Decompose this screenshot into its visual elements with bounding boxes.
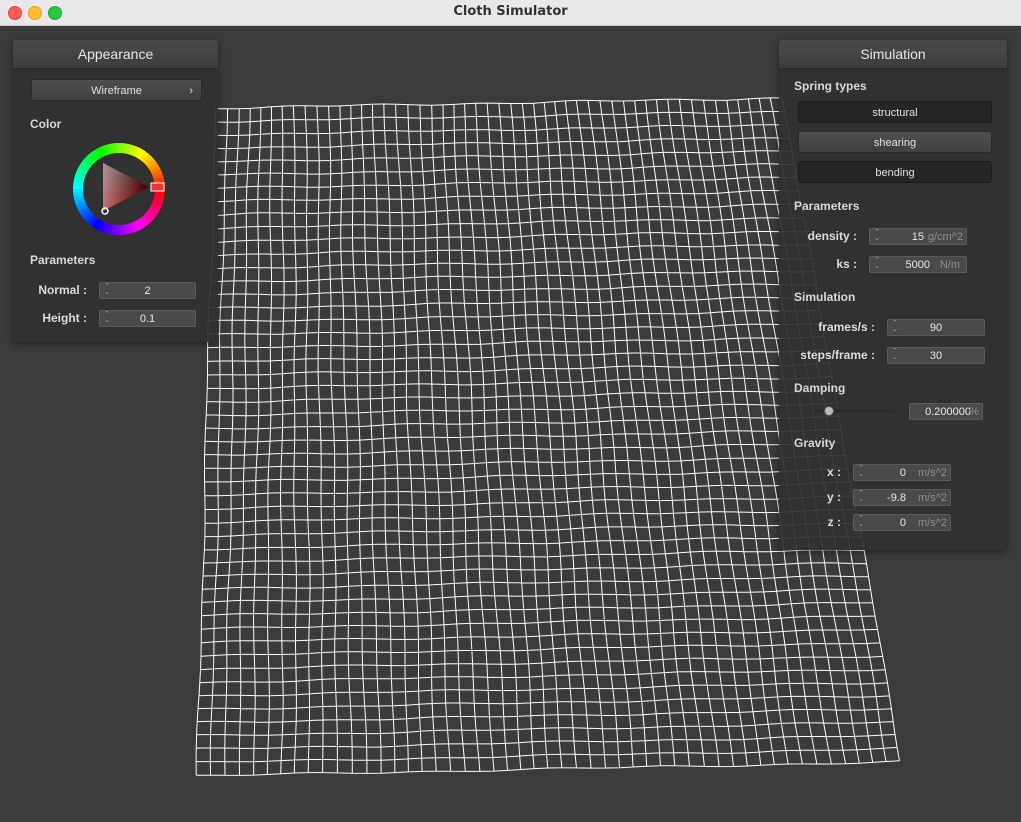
- gravity-y-unit: m/s^2: [918, 492, 947, 504]
- density-input[interactable]: ⌃ ⌄ 15 g/cm^2: [869, 228, 967, 245]
- saturation-triangle[interactable]: [103, 163, 149, 211]
- steps-label: steps/frame :: [800, 348, 875, 362]
- spring-types-label: Spring types: [794, 79, 867, 93]
- damping-slider-knob[interactable]: [824, 406, 835, 416]
- gravity-label: Gravity: [794, 436, 836, 450]
- damping-input[interactable]: 0.200000 %: [909, 403, 983, 420]
- ks-value: 5000: [905, 259, 930, 271]
- title-bar: Cloth Simulator: [0, 0, 1021, 26]
- density-unit: g/cm^2: [927, 231, 963, 243]
- steps-input[interactable]: ⌃ ⌄ 30: [887, 347, 985, 364]
- gravity-x-unit: m/s^2: [918, 467, 947, 479]
- simulation-panel: Simulation Spring types structural shear…: [779, 40, 1007, 550]
- damping-unit: %: [969, 406, 979, 418]
- shearing-toggle-button[interactable]: shearing: [798, 131, 992, 153]
- ks-unit: N/m: [939, 259, 960, 271]
- normal-input[interactable]: ⌃ ⌄ 2: [99, 282, 196, 299]
- ks-input[interactable]: ⌃ ⌄ 5000 N/m: [869, 256, 967, 273]
- spinner-icon[interactable]: ⌃ ⌄: [857, 515, 865, 528]
- steps-value: 30: [929, 350, 943, 362]
- gravity-z-label: z :: [827, 515, 841, 529]
- bending-toggle-button[interactable]: bending: [798, 161, 992, 183]
- structural-toggle-button[interactable]: structural: [798, 101, 992, 123]
- chevron-right-icon: ›: [189, 85, 193, 97]
- window-title: Cloth Simulator: [453, 4, 568, 19]
- gravity-x-value: 0: [899, 467, 906, 479]
- height-value: 0.1: [139, 313, 156, 325]
- gravity-z-unit: m/s^2: [918, 517, 947, 529]
- simulation-parameters-label: Parameters: [794, 199, 860, 213]
- fps-value: 90: [929, 322, 943, 334]
- color-wheel[interactable]: [71, 141, 167, 237]
- color-section-label: Color: [30, 117, 62, 131]
- appearance-panel: Appearance Wireframe › Color Parameters …: [13, 40, 218, 342]
- normal-value: 2: [144, 285, 151, 297]
- height-input[interactable]: ⌃ ⌄ 0.1: [99, 310, 196, 327]
- fps-input[interactable]: ⌃ ⌄ 90: [887, 319, 985, 336]
- spinner-icon[interactable]: ⌃ ⌄: [873, 229, 881, 242]
- simulation-section-label: Simulation: [794, 290, 856, 304]
- shader-select-button[interactable]: Wireframe ›: [31, 79, 202, 101]
- simulation-title: Simulation: [779, 40, 1007, 69]
- hue-selector[interactable]: [150, 182, 165, 192]
- gravity-z-value: 0: [899, 517, 906, 529]
- ks-label: ks :: [836, 257, 857, 271]
- density-value: 15: [911, 231, 924, 243]
- height-label: Height :: [42, 311, 87, 325]
- gravity-x-label: x :: [826, 465, 841, 479]
- shader-label: Wireframe: [91, 85, 142, 97]
- normal-label: Normal :: [38, 283, 87, 297]
- appearance-title: Appearance: [13, 40, 218, 69]
- damping-label: Damping: [794, 381, 846, 395]
- density-label: density :: [807, 229, 857, 243]
- gravity-y-value: -9.8: [887, 492, 906, 504]
- gravity-z-input[interactable]: ⌃ ⌄ 0 m/s^2: [853, 514, 951, 531]
- gravity-y-label: y :: [826, 490, 841, 504]
- gravity-y-input[interactable]: ⌃ ⌄ -9.8 m/s^2: [853, 489, 951, 506]
- gravity-x-input[interactable]: ⌃ ⌄ 0 m/s^2: [853, 464, 951, 481]
- spinner-icon[interactable]: ⌃ ⌄: [857, 490, 865, 503]
- fps-label: frames/s :: [818, 320, 875, 334]
- spinner-icon[interactable]: ⌃ ⌄: [857, 465, 865, 478]
- damping-value: 0.200000: [925, 406, 971, 418]
- appearance-parameters-label: Parameters: [30, 253, 96, 267]
- spinner-icon[interactable]: ⌃ ⌄: [873, 257, 881, 270]
